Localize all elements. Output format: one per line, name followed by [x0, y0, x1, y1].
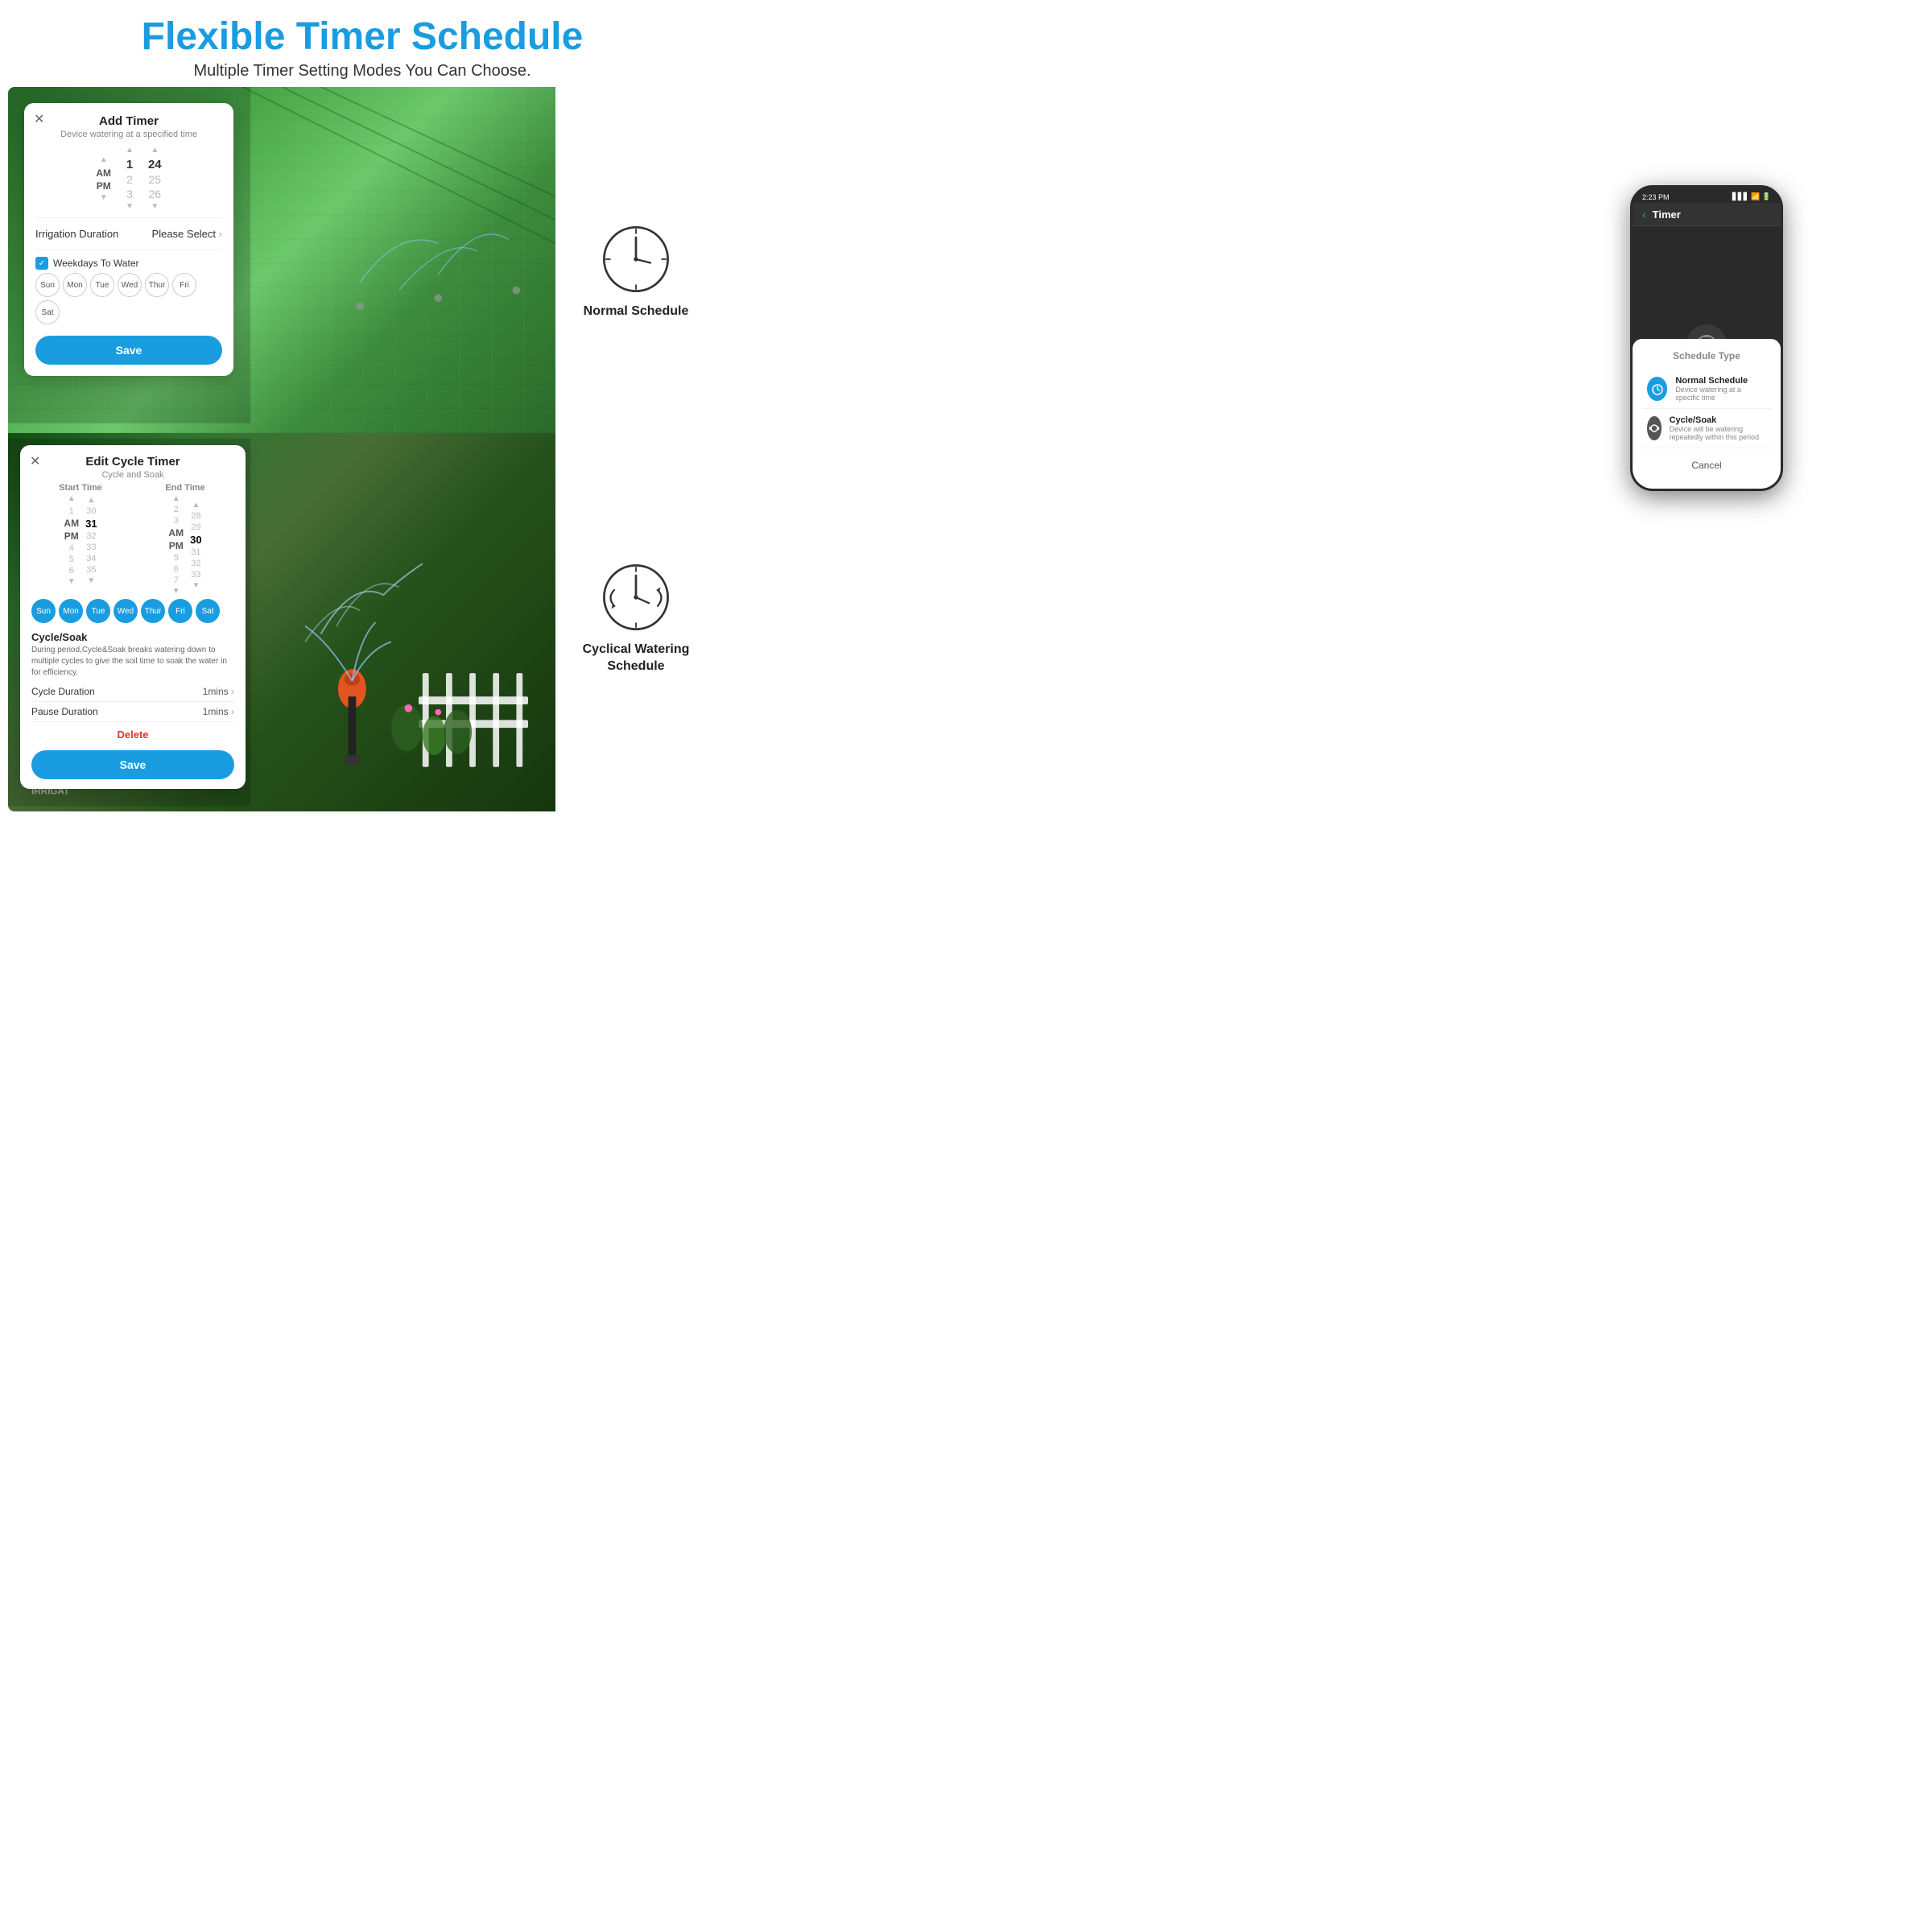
cycle-soak-section: Cycle/Soak During period,Cycle&Soak brea… — [31, 631, 234, 679]
normal-schedule-option-icon — [1647, 377, 1667, 401]
page-title: Flexible Timer Schedule — [8, 14, 716, 59]
phone-mockup: 2:23 PM ▋▋▋ 📶 🔋 ‹ Timer — [1630, 185, 1783, 491]
cycle-soak-option[interactable]: Cycle/Soak Device will be watering repea… — [1642, 409, 1771, 448]
cycle-day-wed[interactable]: Wed — [114, 599, 138, 623]
normal-schedule-option-text: Normal Schedule Device watering at a spe… — [1675, 376, 1766, 402]
delete-button[interactable]: Delete — [31, 722, 234, 747]
day-mon[interactable]: Mon — [63, 273, 87, 297]
cycle-soak-desc: During period,Cycle&Soak breaks watering… — [31, 645, 234, 679]
two-col-time: Start Time ▲ 1 AM PM 4 5 6 ▼ — [31, 483, 234, 596]
cycle-soak-option-text: Cycle/Soak Device will be watering repea… — [1670, 415, 1766, 441]
page-header: Flexible Timer Schedule Multiple Timer S… — [0, 0, 724, 87]
cycle-duration-row[interactable]: Cycle Duration 1mins › — [31, 682, 234, 702]
cycle-save-button[interactable]: Save — [31, 750, 234, 779]
phone-nav-title: Timer — [1653, 208, 1681, 221]
irrigation-value: Please Select › — [152, 228, 222, 240]
time-picker: ▲ AM PM ▼ ▲ 1 2 3 ▼ ▲ 24 — [35, 146, 222, 211]
normal-schedule-option[interactable]: Normal Schedule Device watering at a spe… — [1642, 369, 1771, 409]
minute-col: ▲ 24 25 26 ▼ — [148, 146, 162, 211]
schedule-modal: Schedule Type Normal Schedule Device wat — [1633, 339, 1781, 489]
cycle-card-subtitle: Cycle and Soak — [31, 470, 234, 480]
normal-schedule-item: Normal Schedule — [584, 223, 689, 320]
day-sat[interactable]: Sat — [35, 300, 60, 324]
cyclical-clock-icon — [600, 561, 672, 634]
save-button[interactable]: Save — [35, 336, 222, 365]
panel-top: ✕ Add Timer Device watering at a specifi… — [8, 87, 555, 433]
normal-clock-icon — [600, 223, 672, 295]
cycle-day-sat[interactable]: Sat — [196, 599, 220, 623]
day-tue[interactable]: Tue — [90, 273, 114, 297]
normal-schedule-label: Normal Schedule — [584, 303, 689, 320]
day-wed[interactable]: Wed — [118, 273, 142, 297]
irrigation-label: Irrigation Duration — [35, 228, 118, 240]
days-row: Sun Mon Tue Wed Thur Fri Sat — [35, 273, 222, 324]
cycle-days-row: Sun Mon Tue Wed Thur Fri Sat — [31, 599, 234, 623]
right-sidebar: Normal Schedule Cyclical WateringSchedul… — [555, 87, 716, 811]
modal-cancel-button[interactable]: Cancel — [1642, 453, 1771, 477]
end-time-col: End Time ▲ 2 3 AM PM 5 6 7 ▼ — [136, 483, 234, 596]
day-fri[interactable]: Fri — [172, 273, 196, 297]
cycle-soak-title: Cycle/Soak — [31, 631, 234, 643]
cyclical-schedule-label: Cyclical WateringSchedule — [583, 642, 690, 675]
card-subtitle: Device watering at a specified time — [35, 130, 222, 139]
add-timer-card: ✕ Add Timer Device watering at a specifi… — [24, 103, 233, 376]
phone-screen: 2:23 PM ▋▋▋ 📶 🔋 ‹ Timer — [1633, 188, 1781, 489]
pause-duration-row[interactable]: Pause Duration 1mins › — [31, 702, 234, 722]
cycle-day-thur[interactable]: Thur — [141, 599, 165, 623]
schedule-type-title: Schedule Type — [1642, 350, 1771, 361]
cycle-day-sun[interactable]: Sun — [31, 599, 56, 623]
pause-duration-label: Pause Duration — [31, 706, 98, 717]
cyclical-schedule-item: Cyclical WateringSchedule — [583, 561, 690, 675]
cycle-close-button[interactable]: ✕ — [30, 453, 40, 469]
pause-duration-val: 1mins — [203, 706, 229, 717]
cycle-soak-option-icon — [1647, 416, 1662, 440]
phone-content: HiTimer Schedule Type — [1633, 226, 1781, 489]
day-sun[interactable]: Sun — [35, 273, 60, 297]
main-grid: ✕ Add Timer Device watering at a specifi… — [0, 87, 724, 819]
cycle-duration-label: Cycle Duration — [31, 686, 95, 697]
phone-nav-bar: ‹ Timer — [1633, 203, 1781, 226]
hour-col: ▲ 1 2 3 ▼ — [126, 146, 134, 211]
day-thur[interactable]: Thur — [145, 273, 169, 297]
phone-time: 2:23 PM — [1642, 193, 1670, 201]
cycle-timer-card: ✕ Edit Cycle Timer Cycle and Soak Start … — [20, 445, 246, 789]
phone-status-bar: 2:23 PM ▋▋▋ 📶 🔋 — [1633, 188, 1781, 203]
close-button[interactable]: ✕ — [34, 111, 44, 127]
page-subtitle: Multiple Timer Setting Modes You Can Cho… — [8, 62, 716, 80]
start-time-col: Start Time ▲ 1 AM PM 4 5 6 ▼ — [31, 483, 130, 596]
back-button[interactable]: ‹ — [1642, 208, 1646, 221]
ampm-col: ▲ AM PM ▼ — [96, 155, 111, 202]
weekday-label: Weekdays To Water — [53, 258, 139, 269]
cycle-day-fri[interactable]: Fri — [168, 599, 192, 623]
cycle-day-tue[interactable]: Tue — [86, 599, 110, 623]
irrigation-row[interactable]: Irrigation Duration Please Select › — [35, 225, 222, 243]
panel-bottom: IRRIGAT ✕ Edit Cycle Timer Cycle and Soa… — [8, 433, 555, 811]
cycle-card-title: Edit Cycle Timer — [31, 455, 234, 469]
phone-signal: ▋▋▋ 📶 🔋 — [1732, 192, 1771, 201]
weekday-checkbox[interactable]: ✓ — [35, 257, 48, 270]
cycle-duration-val: 1mins — [203, 686, 229, 697]
weekday-row: ✓ Weekdays To Water — [35, 257, 222, 270]
cycle-day-mon[interactable]: Mon — [59, 599, 83, 623]
card-title: Add Timer — [35, 114, 222, 128]
